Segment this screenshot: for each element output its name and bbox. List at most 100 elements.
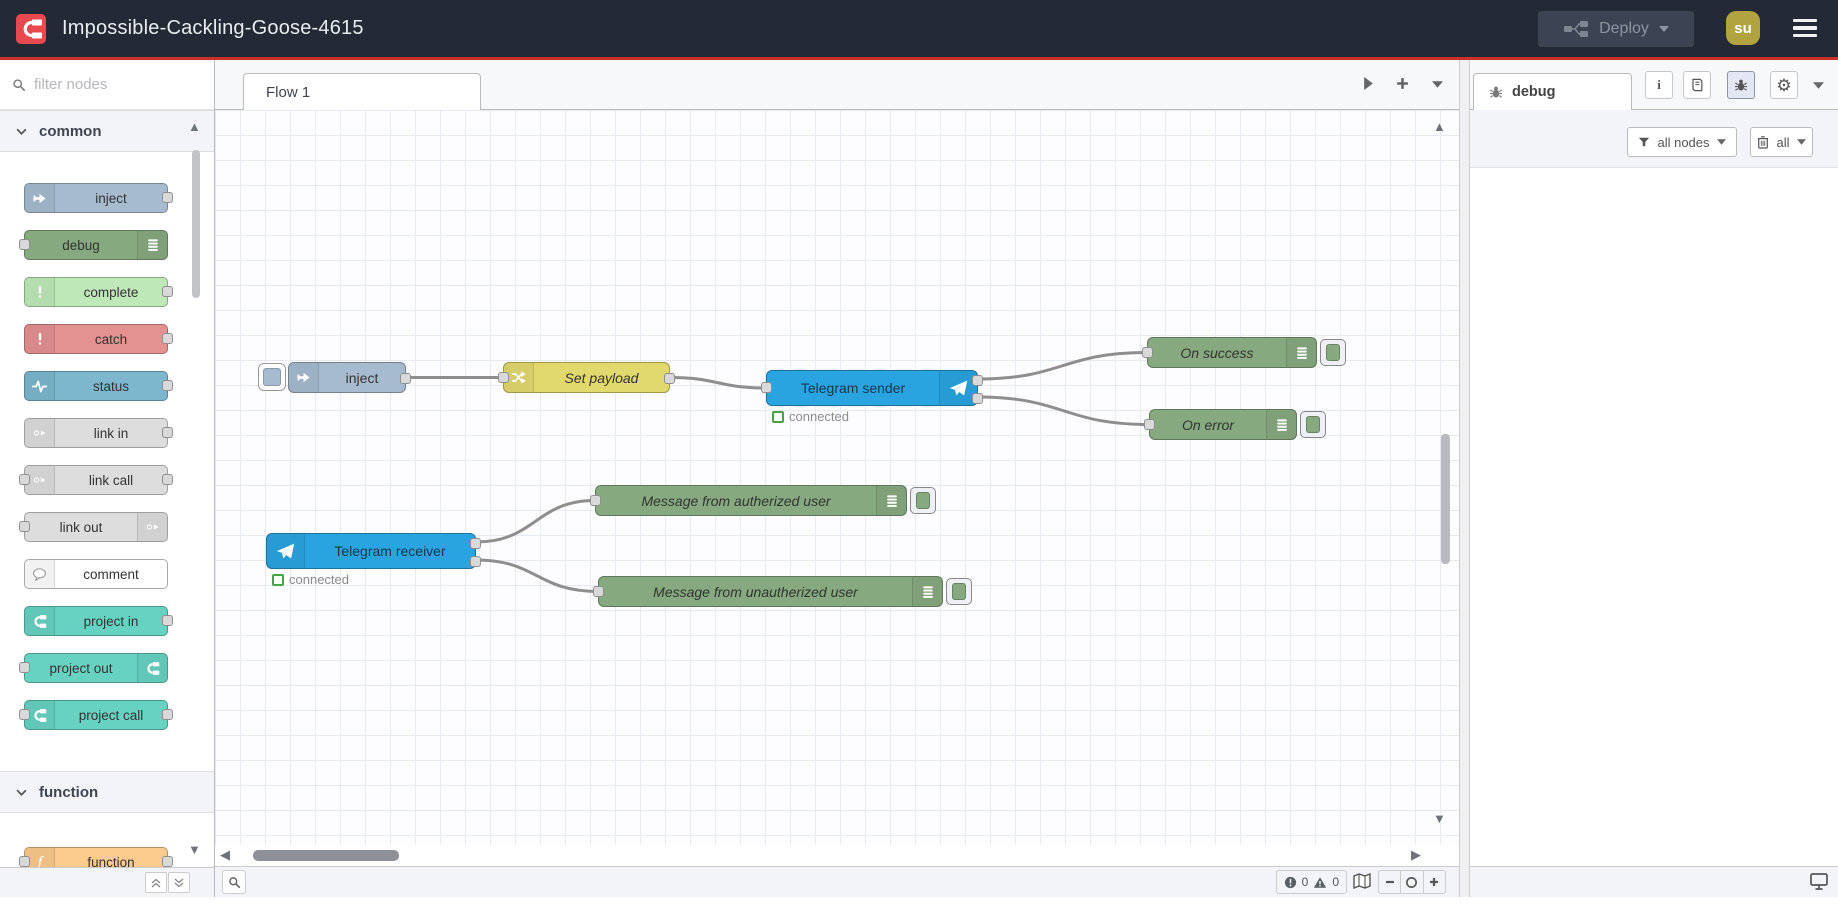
zoom-out-button[interactable] — [1379, 871, 1400, 893]
flow-tab-bar: Flow 1 — [215, 60, 1459, 110]
canvas-vscrollbar-thumb[interactable] — [1441, 434, 1450, 564]
output-port[interactable] — [162, 615, 173, 626]
debug-toggle-button[interactable] — [1300, 411, 1326, 438]
flow-node-inject[interactable]: inject — [288, 362, 411, 393]
palette-scrollbar-thumb[interactable] — [192, 150, 200, 298]
sidebar-splitter[interactable] — [1459, 60, 1470, 897]
sidebar-tool-debug[interactable] — [1727, 71, 1755, 99]
palette-category-function[interactable]: function — [0, 771, 214, 813]
wire[interactable] — [474, 499, 597, 544]
palette-node-comment[interactable]: comment — [24, 559, 168, 589]
sidebar-tool-info[interactable]: i — [1645, 71, 1673, 99]
input-port[interactable] — [19, 856, 30, 867]
input-port[interactable] — [1142, 346, 1153, 358]
input-port[interactable] — [761, 382, 772, 393]
flow-node-on-error[interactable]: On error — [1144, 409, 1297, 440]
flow-canvas[interactable]: ▲ ▼ inject Set payload Telegram sender conn… — [215, 110, 1459, 845]
output-port[interactable] — [972, 374, 983, 386]
palette-node-project-out[interactable]: project out — [19, 653, 168, 683]
flow-node-telegram-sender[interactable]: Telegram sender — [761, 370, 983, 406]
debug-filter-button[interactable]: all nodes — [1627, 127, 1737, 157]
output-port[interactable] — [470, 537, 481, 549]
output-port[interactable] — [162, 380, 173, 391]
canvas-scroll-right-icon[interactable]: ▶ — [1411, 848, 1421, 861]
input-port[interactable] — [19, 662, 30, 673]
zoom-in-button[interactable] — [1422, 871, 1445, 893]
output-port[interactable] — [162, 286, 173, 297]
debug-toggle-button[interactable] — [946, 578, 972, 605]
palette-collapse-all-button[interactable] — [145, 872, 167, 893]
flow-node-set-payload[interactable]: Set payload — [498, 362, 675, 393]
sidebar-tool-help[interactable] — [1683, 71, 1711, 99]
palette-category-common[interactable]: common — [0, 110, 214, 152]
tab-flow-1[interactable]: Flow 1 — [243, 73, 481, 110]
input-port[interactable] — [590, 494, 601, 506]
debug-toggle-button[interactable] — [1320, 339, 1346, 366]
open-debug-window-button[interactable] — [1810, 873, 1828, 890]
sidebar-tool-config[interactable]: ⚙ — [1770, 71, 1798, 99]
caret-down-icon[interactable] — [1658, 26, 1669, 32]
palette-node-project-in[interactable]: project in — [24, 606, 173, 636]
flow-node-msg-authorized[interactable]: Message from autherized user — [590, 485, 907, 516]
palette-node-debug[interactable]: debug — [19, 230, 168, 260]
palette-node-link-out[interactable]: link out — [19, 512, 168, 542]
wire[interactable] — [668, 376, 768, 390]
palette-scroll-up-icon[interactable]: ▲ — [188, 120, 201, 133]
debug-message-list[interactable] — [1470, 168, 1838, 866]
input-port[interactable] — [19, 239, 30, 250]
debug-toggle-button[interactable] — [910, 487, 936, 514]
navigator-map-button[interactable] — [1353, 873, 1371, 889]
wire[interactable] — [976, 395, 1151, 426]
wire[interactable] — [474, 558, 600, 593]
output-port[interactable] — [162, 856, 173, 867]
zoom-reset-button[interactable] — [1400, 871, 1422, 893]
palette-expand-all-button[interactable] — [168, 872, 190, 893]
input-port[interactable] — [498, 371, 509, 383]
input-port[interactable] — [1144, 418, 1155, 430]
flow-node-msg-unauthorized[interactable]: Message from unautherized user — [593, 576, 943, 607]
palette-node-status[interactable]: status — [24, 371, 173, 401]
list-flows-button[interactable] — [1432, 81, 1443, 88]
user-avatar[interactable]: su — [1726, 11, 1760, 45]
canvas-scroll-up-icon[interactable]: ▲ — [1433, 120, 1446, 133]
palette-node-catch[interactable]: catch — [24, 324, 173, 354]
output-port[interactable] — [162, 474, 173, 485]
input-port[interactable] — [19, 521, 30, 532]
add-flow-button[interactable] — [1396, 77, 1409, 90]
debug-clear-button[interactable]: all — [1750, 127, 1813, 157]
output-port[interactable] — [470, 555, 481, 567]
main-menu-button[interactable] — [1793, 16, 1817, 40]
output-port[interactable] — [972, 392, 983, 404]
palette-node-link-call[interactable]: link call — [19, 465, 173, 495]
next-tab-button[interactable] — [1364, 77, 1373, 90]
output-port[interactable] — [162, 192, 173, 203]
node-label: Set payload — [564, 369, 639, 386]
palette-node-project-call[interactable]: project call — [19, 700, 173, 730]
flow-node-on-success[interactable]: On success — [1142, 337, 1317, 368]
palette-node-complete[interactable]: complete — [24, 277, 173, 307]
palette-scroll-down-icon[interactable]: ▼ — [188, 843, 201, 856]
palette-search[interactable]: filter nodes — [0, 60, 214, 110]
canvas-scroll-down-icon[interactable]: ▼ — [1433, 812, 1446, 825]
output-port[interactable] — [664, 373, 675, 384]
sidebar-caret-button[interactable] — [1813, 82, 1824, 89]
palette-node-link-in[interactable]: link in — [24, 418, 173, 448]
tab-debug[interactable]: debug — [1473, 73, 1632, 110]
flow-node-telegram-receiver[interactable]: Telegram receiver — [266, 533, 481, 569]
input-port[interactable] — [593, 585, 604, 597]
deploy-button[interactable]: Deploy — [1538, 11, 1694, 47]
canvas-search-button[interactable] — [222, 870, 246, 894]
wire[interactable] — [976, 351, 1149, 381]
output-port[interactable] — [162, 427, 173, 438]
output-port[interactable] — [400, 373, 411, 384]
inject-run-button[interactable] — [258, 363, 286, 391]
canvas-hscrollbar-thumb[interactable] — [253, 850, 399, 861]
deploy-label: Deploy — [1599, 20, 1649, 37]
palette-node-inject[interactable]: inject — [24, 183, 173, 213]
output-port[interactable] — [162, 709, 173, 720]
notification-counts[interactable]: 0 0 — [1275, 870, 1347, 894]
input-port[interactable] — [19, 709, 30, 720]
output-port[interactable] — [162, 333, 173, 344]
canvas-scroll-left-icon[interactable]: ◀ — [220, 848, 230, 861]
input-port[interactable] — [19, 474, 30, 485]
